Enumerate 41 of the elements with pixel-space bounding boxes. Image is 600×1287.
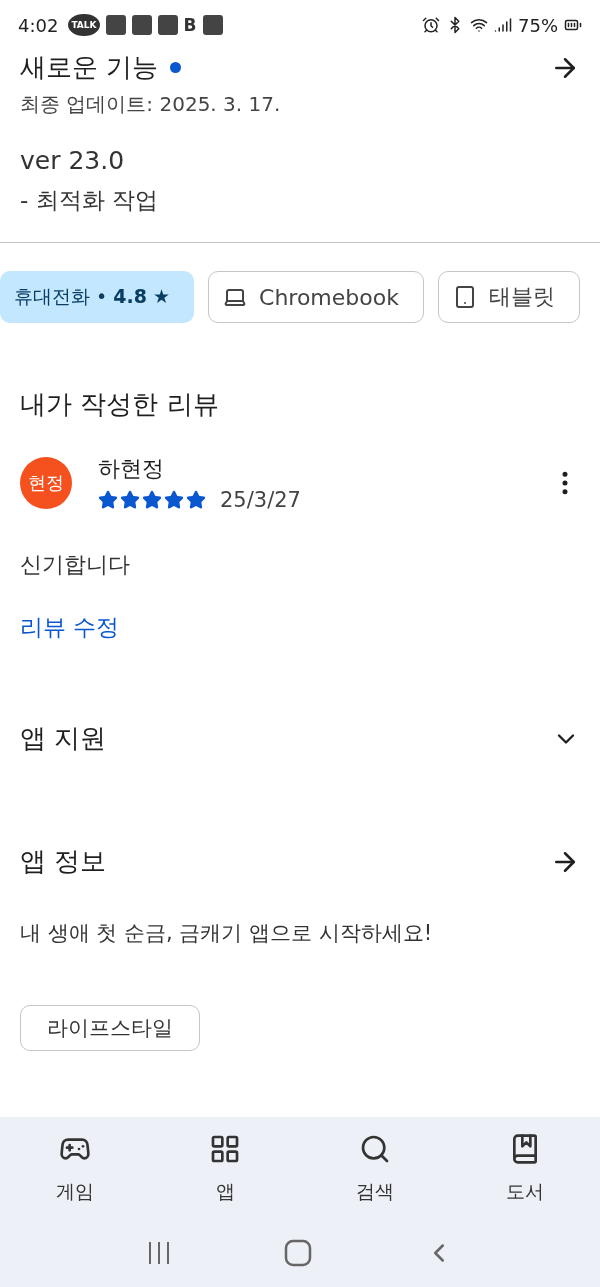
review-text: 신기합니다 [20, 551, 131, 579]
section-title: 앱 정보 [20, 845, 107, 878]
signal-icon [494, 16, 512, 34]
star-icon [186, 490, 206, 510]
app-description: 내 생애 첫 순금, 금캐기 앱으로 시작하세요! [20, 920, 434, 947]
update-date: 최종 업데이트: 2025. 3. 17. [20, 91, 282, 118]
star-icon [98, 490, 118, 510]
nav-tab[interactable]: 게임 [25, 1131, 125, 1205]
device-chip[interactable]: Chromebook [208, 271, 424, 323]
star-icon [120, 490, 140, 510]
category-chip[interactable]: 라이프스타일 [20, 1005, 200, 1051]
review-author: 하현정 [98, 455, 165, 483]
version-text: ver 23.0 [20, 146, 126, 175]
alarm-icon [422, 16, 440, 34]
recent-apps-icon[interactable] [146, 1240, 172, 1266]
home-icon[interactable] [284, 1239, 312, 1267]
chat-notification-icon: TALK [68, 14, 100, 36]
wifi-icon [470, 16, 488, 34]
star-icon [142, 490, 162, 510]
app-notification-icon [202, 15, 223, 35]
edit-review-link[interactable]: 리뷰 수정 [20, 612, 120, 643]
search-icon [359, 1133, 391, 1165]
b-notification-icon: B [183, 15, 197, 35]
nav-tab[interactable]: 앱 [175, 1131, 275, 1205]
section-title: 앱 지원 [20, 722, 107, 755]
release-notes: - 최적화 작업 [20, 186, 159, 215]
review-date: 25/3/27 [220, 488, 301, 512]
battery-level: 75% [518, 14, 558, 36]
user-avatar: 현정 [20, 457, 72, 509]
nav-tab[interactable]: 검색 [325, 1131, 425, 1205]
grid-icon [209, 1133, 241, 1165]
device-chip[interactable]: 휴대전화 • 4.8 ★ [0, 271, 195, 323]
app-notification-icon [131, 15, 152, 35]
app-notification-icon [157, 15, 178, 35]
section-title: 새로운 기능 [20, 51, 159, 84]
section-title: 내가 작성한 리뷰 [20, 388, 220, 421]
status-time: 4:02 [18, 14, 59, 36]
star-icon [164, 490, 184, 510]
app-notification-icon [105, 15, 126, 35]
device-chip[interactable]: 태블릿 [437, 271, 580, 323]
nav-tab[interactable]: 도서 [475, 1131, 575, 1205]
